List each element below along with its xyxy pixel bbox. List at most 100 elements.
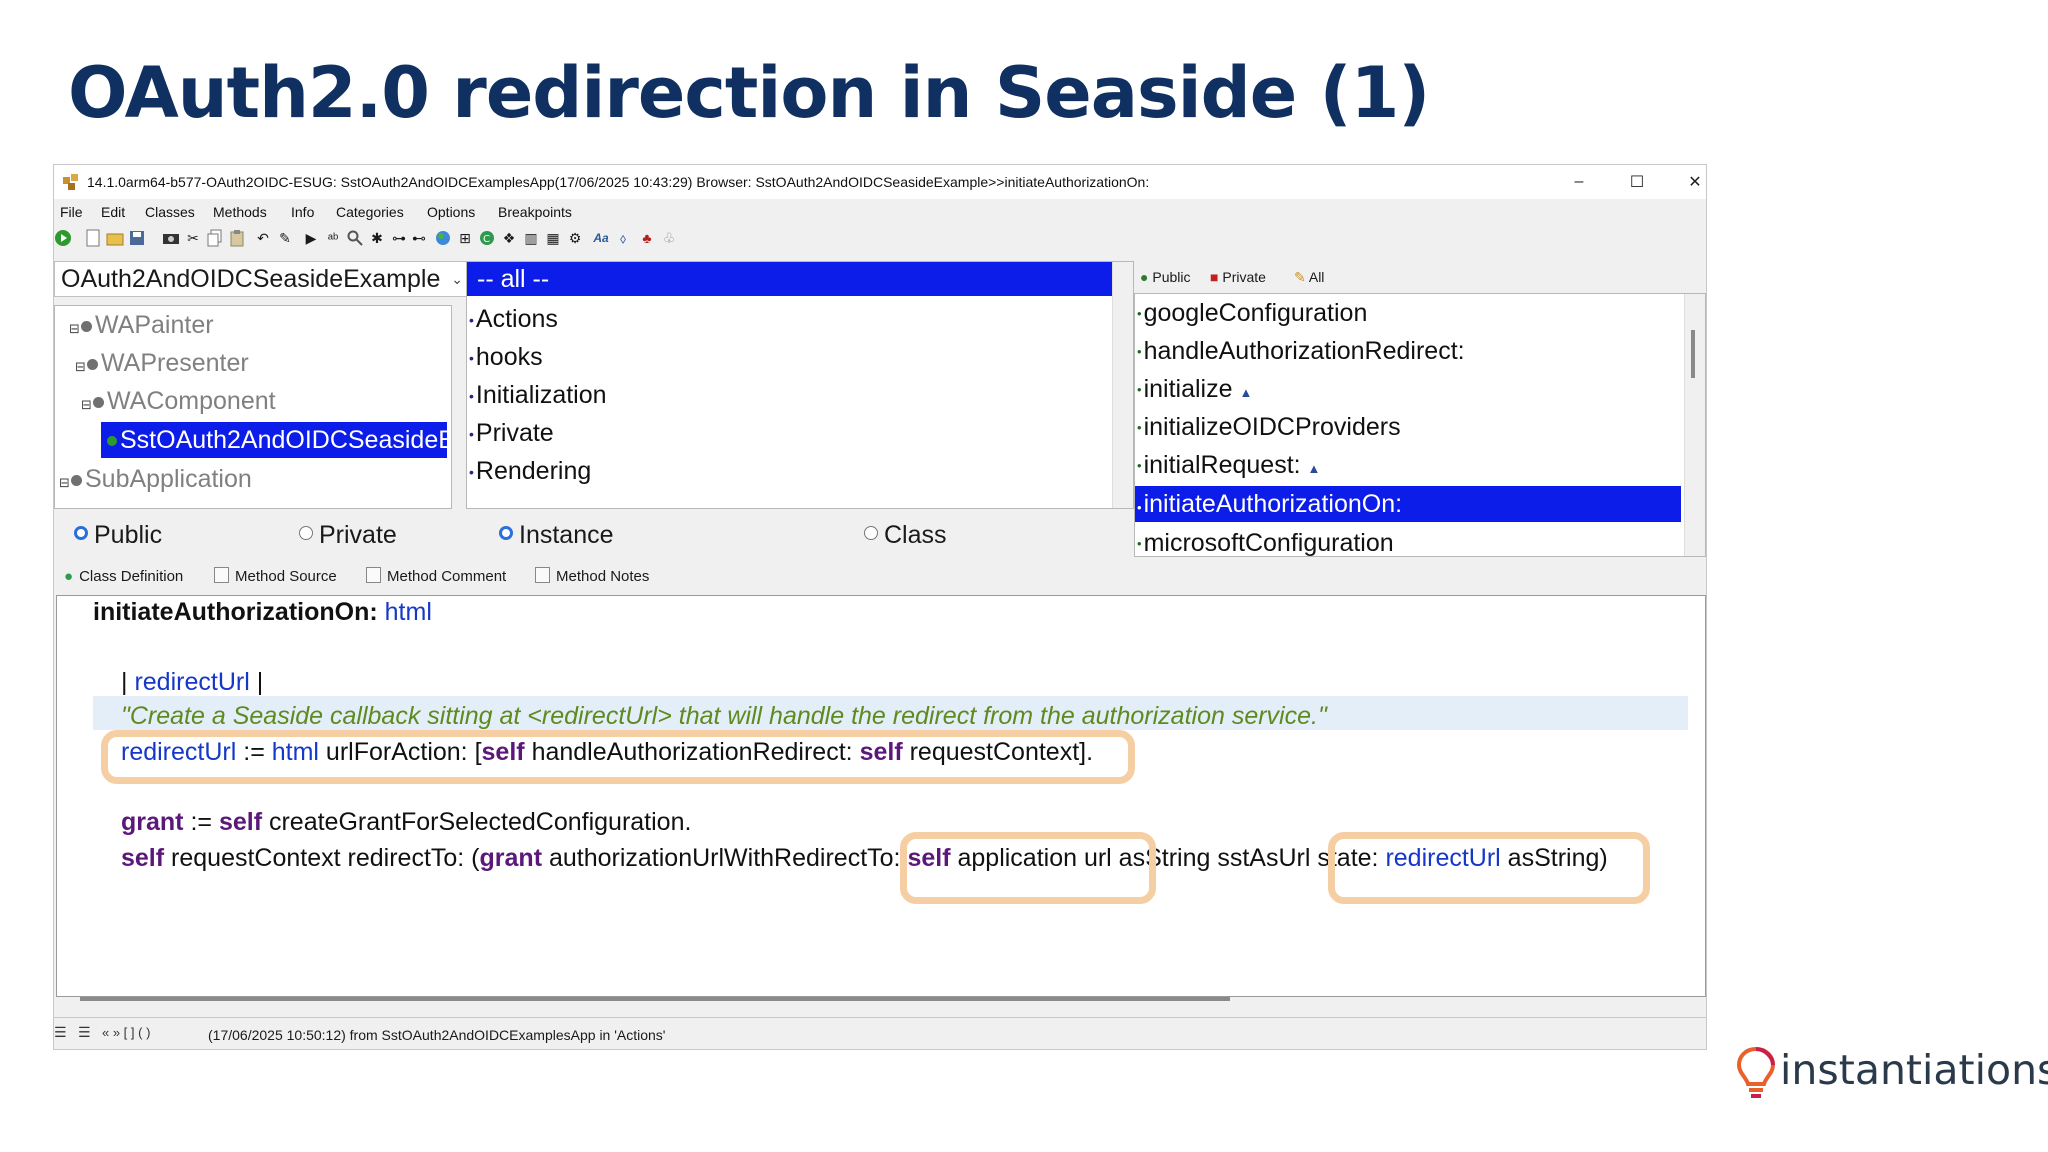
filter-private[interactable]: ■ Private bbox=[1210, 269, 1266, 285]
category-item[interactable]: •Private bbox=[469, 414, 554, 453]
indent-icon[interactable]: ☰ bbox=[54, 1024, 67, 1041]
tree-item[interactable]: ⊟ WAPresenter bbox=[75, 344, 249, 386]
refresh-icon[interactable]: C bbox=[478, 229, 496, 247]
paste-icon[interactable] bbox=[228, 229, 246, 247]
undo-icon[interactable]: ↶ bbox=[254, 229, 272, 247]
method-list[interactable]: •googleConfiguration •handleAuthorizatio… bbox=[1134, 293, 1706, 557]
tree-item-label: WAComponent bbox=[107, 387, 276, 415]
selector-keyword: initiateAuthorizationOn: bbox=[93, 598, 378, 626]
method-item[interactable]: •googleConfiguration bbox=[1137, 294, 1367, 333]
method-item[interactable]: •initializeOIDCProviders bbox=[1137, 408, 1401, 447]
method-item[interactable]: •initialize ▲ bbox=[1137, 370, 1252, 412]
category-label: Initialization bbox=[475, 381, 607, 409]
inspect-icon[interactable]: ᵃᵇ bbox=[324, 229, 342, 247]
tree-item[interactable]: ⊟ WAComponent bbox=[81, 382, 276, 424]
tab-method-comment[interactable]: Method Comment bbox=[366, 567, 506, 585]
copy-icon[interactable] bbox=[206, 229, 224, 247]
new-file-icon[interactable] bbox=[84, 229, 102, 247]
all-icon: ✎ bbox=[1294, 269, 1309, 285]
radio-public[interactable]: Public bbox=[74, 521, 162, 550]
menu-methods[interactable]: Methods bbox=[213, 204, 267, 220]
maximize-button[interactable]: ☐ bbox=[1608, 165, 1666, 199]
code-token: createGrantForSelectedConfiguration. bbox=[262, 808, 692, 836]
category-item[interactable]: •Initialization bbox=[469, 376, 607, 415]
close-button[interactable]: ✕ bbox=[1666, 165, 1706, 199]
menu-breakpoints[interactable]: Breakpoints bbox=[498, 204, 572, 220]
class-tree[interactable]: ⊟ WAPainter ⊟ WAPresenter ⊟ WAComponent Sst… bbox=[54, 305, 452, 509]
method-icon: • bbox=[1137, 382, 1142, 398]
search-icon[interactable] bbox=[346, 229, 364, 247]
group-icon[interactable]: ♧ bbox=[660, 229, 678, 247]
tag-icon[interactable]: ⬨ bbox=[614, 229, 632, 247]
menu-edit[interactable]: Edit bbox=[101, 204, 125, 220]
tab-class-definition[interactable]: ● Class Definition bbox=[64, 568, 183, 585]
category-list[interactable]: -- all -- •Actions •hooks •Initializatio… bbox=[466, 261, 1134, 509]
method-item[interactable]: •initialRequest: ▲ bbox=[1137, 446, 1320, 488]
menu-options[interactable]: Options bbox=[427, 204, 475, 220]
menu-file[interactable]: File bbox=[60, 204, 83, 220]
method-item-selected[interactable]: •initiateAuthorizationOn: bbox=[1135, 486, 1681, 522]
highlight-box-application-url bbox=[900, 832, 1156, 904]
menu-info[interactable]: Info bbox=[291, 204, 314, 220]
tree-icon[interactable]: ⊷ bbox=[410, 229, 428, 247]
expand-icon[interactable]: ⊟ bbox=[81, 386, 93, 424]
bug-icon[interactable]: ♣ bbox=[638, 229, 656, 247]
bars-icon[interactable]: ▥ bbox=[522, 229, 540, 247]
scrollbar[interactable] bbox=[1112, 262, 1133, 508]
category-item[interactable]: •Rendering bbox=[469, 452, 591, 491]
pencil-icon[interactable]: ✎ bbox=[276, 229, 294, 247]
camera-icon[interactable] bbox=[162, 229, 180, 247]
class-selector[interactable]: OAuth2AndOIDCSeasideExample ⌄ bbox=[54, 261, 468, 297]
horizontal-scrollbar[interactable] bbox=[80, 997, 1230, 1001]
tab-bar: ● Class Definition Method Source Method C… bbox=[54, 563, 1706, 589]
expand-icon[interactable]: ⊟ bbox=[59, 464, 71, 502]
class-icon bbox=[81, 320, 92, 332]
debug-icon[interactable]: ✱ bbox=[368, 229, 386, 247]
radio-private[interactable]: Private bbox=[299, 521, 397, 550]
grid-icon[interactable]: ▦ bbox=[544, 229, 562, 247]
expand-icon[interactable]: ⊟ bbox=[75, 348, 87, 386]
expand-icon[interactable]: ⊟ bbox=[69, 310, 81, 348]
tree-item[interactable]: ⊟ SubApplication bbox=[59, 460, 252, 502]
radio-class[interactable]: Class bbox=[864, 521, 947, 550]
code-token: authorizationUrlWithRedirectTo: bbox=[542, 844, 908, 872]
save-icon[interactable] bbox=[128, 229, 146, 247]
chevron-down-icon[interactable]: ⌄ bbox=[451, 262, 463, 296]
radio-instance[interactable]: Instance bbox=[499, 521, 614, 550]
tree-item-selected[interactable]: SstOAuth2AndOIDCSeasideExample bbox=[101, 422, 447, 458]
hierarchy-icon[interactable]: ⊶ bbox=[390, 229, 408, 247]
font-icon[interactable]: Aa bbox=[592, 229, 610, 247]
tab-method-notes[interactable]: Method Notes bbox=[535, 567, 649, 585]
outdent-icon[interactable]: ☰ bbox=[78, 1024, 91, 1041]
menu-categories[interactable]: Categories bbox=[336, 204, 404, 220]
method-label: initiateAuthorizationOn: bbox=[1143, 490, 1403, 518]
category-item[interactable]: •hooks bbox=[469, 338, 543, 377]
execute-icon[interactable]: ▶ bbox=[302, 229, 320, 247]
category-item[interactable]: •Actions bbox=[469, 300, 558, 339]
globe-icon[interactable] bbox=[434, 229, 452, 247]
minimize-button[interactable]: – bbox=[1550, 165, 1608, 199]
scrollbar-thumb[interactable] bbox=[1691, 330, 1695, 378]
category-item-selected[interactable]: -- all -- bbox=[467, 262, 1117, 296]
scrollbar[interactable] bbox=[1684, 294, 1705, 556]
cut-icon[interactable]: ✂ bbox=[184, 229, 202, 247]
code-editor[interactable]: initiateAuthorizationOn: html | redirect… bbox=[56, 595, 1706, 997]
method-signature: initiateAuthorizationOn: html bbox=[93, 598, 432, 627]
method-item[interactable]: •handleAuthorizationRedirect: bbox=[1137, 332, 1465, 371]
method-label: initialize bbox=[1143, 375, 1233, 403]
browser-icon[interactable]: ⊞ bbox=[456, 229, 474, 247]
class-icon bbox=[93, 396, 104, 408]
bracket-icons[interactable]: « » [ ] ( ) bbox=[102, 1025, 150, 1040]
menu-classes[interactable]: Classes bbox=[145, 204, 195, 220]
method-label: initialRequest: bbox=[1143, 451, 1301, 479]
settings-icon[interactable]: ⚙ bbox=[566, 229, 584, 247]
tab-method-source[interactable]: Method Source bbox=[214, 567, 337, 585]
method-icon: • bbox=[1137, 344, 1142, 360]
filter-all[interactable]: ✎ All bbox=[1294, 269, 1324, 286]
run-icon[interactable] bbox=[54, 229, 72, 247]
tree-item[interactable]: ⊟ WAPainter bbox=[69, 306, 214, 348]
classes-icon[interactable]: ❖ bbox=[500, 229, 518, 247]
open-folder-icon[interactable] bbox=[106, 229, 124, 247]
filter-public[interactable]: ● Public bbox=[1140, 269, 1191, 285]
method-item[interactable]: •microsoftConfiguration bbox=[1137, 524, 1394, 556]
